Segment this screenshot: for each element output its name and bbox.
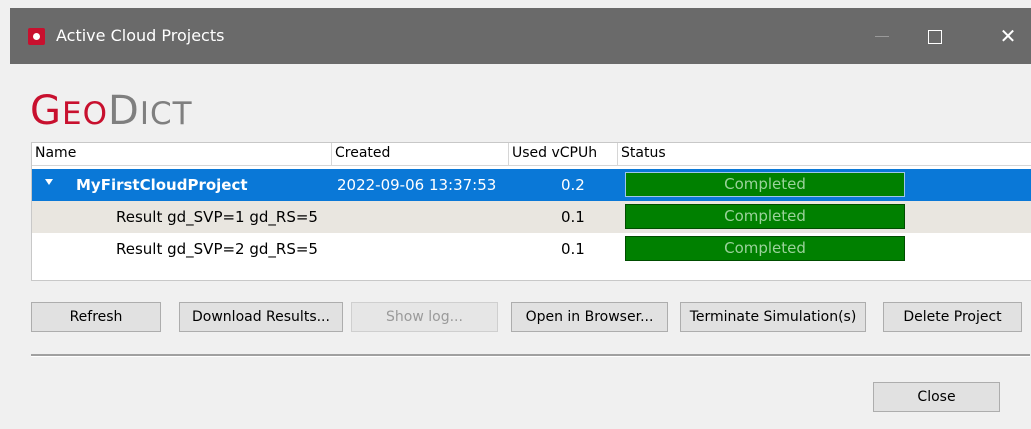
projects-table[interactable]: Name Created Used vCPUh Status MyFirstCl… [31,142,1031,281]
project-name: MyFirstCloudProject [76,176,248,194]
column-separator[interactable] [331,143,332,165]
table-header: Name Created Used vCPUh Status [32,143,1031,166]
table-row[interactable]: Result gd_SVP=2 gd_RS=5 0.1 Completed [32,233,1031,265]
refresh-button[interactable]: Refresh [31,302,161,332]
close-icon[interactable]: ✕ [993,22,1023,50]
table-row[interactable]: MyFirstCloudProject 2022-09-06 13:37:53 … [32,169,1031,201]
column-separator[interactable] [508,143,509,165]
column-header-used-vcpuh[interactable]: Used vCPUh [512,145,597,161]
column-separator[interactable] [617,143,618,165]
geodict-app-icon [28,28,45,45]
column-header-status[interactable]: Status [621,145,666,161]
download-results-button[interactable]: Download Results... [179,302,343,332]
window-title: Active Cloud Projects [56,26,225,45]
maximize-icon[interactable] [920,22,950,50]
column-header-name[interactable]: Name [35,145,76,161]
status-progress-bar: Completed [625,236,905,261]
close-button[interactable]: Close [873,382,1000,412]
used-vcpuh: 0.1 [561,240,585,258]
open-in-browser-button[interactable]: Open in Browser... [511,302,668,332]
title-bar[interactable]: Active Cloud Projects ✕ [10,8,1031,64]
delete-project-button[interactable]: Delete Project [883,302,1022,332]
column-header-created[interactable]: Created [335,145,390,161]
status-progress-bar: Completed [625,172,905,197]
collapse-triangle-icon[interactable] [45,179,53,185]
result-name: Result gd_SVP=1 gd_RS=5 [116,208,318,226]
created-date: 2022-09-06 13:37:53 [337,176,497,194]
minimize-icon[interactable] [867,22,897,50]
divider [31,354,1030,357]
active-cloud-projects-window: Active Cloud Projects ✕ GEODICT Name Cre… [10,8,1031,429]
geodict-logo: GEODICT [30,88,193,134]
used-vcpuh: 0.1 [561,208,585,226]
status-progress-bar: Completed [625,204,905,229]
used-vcpuh: 0.2 [561,176,585,194]
terminate-simulations-button[interactable]: Terminate Simulation(s) [680,302,866,332]
table-row[interactable]: Result gd_SVP=1 gd_RS=5 0.1 Completed [32,201,1031,233]
result-name: Result gd_SVP=2 gd_RS=5 [116,240,318,258]
show-log-button[interactable]: Show log... [351,302,498,332]
